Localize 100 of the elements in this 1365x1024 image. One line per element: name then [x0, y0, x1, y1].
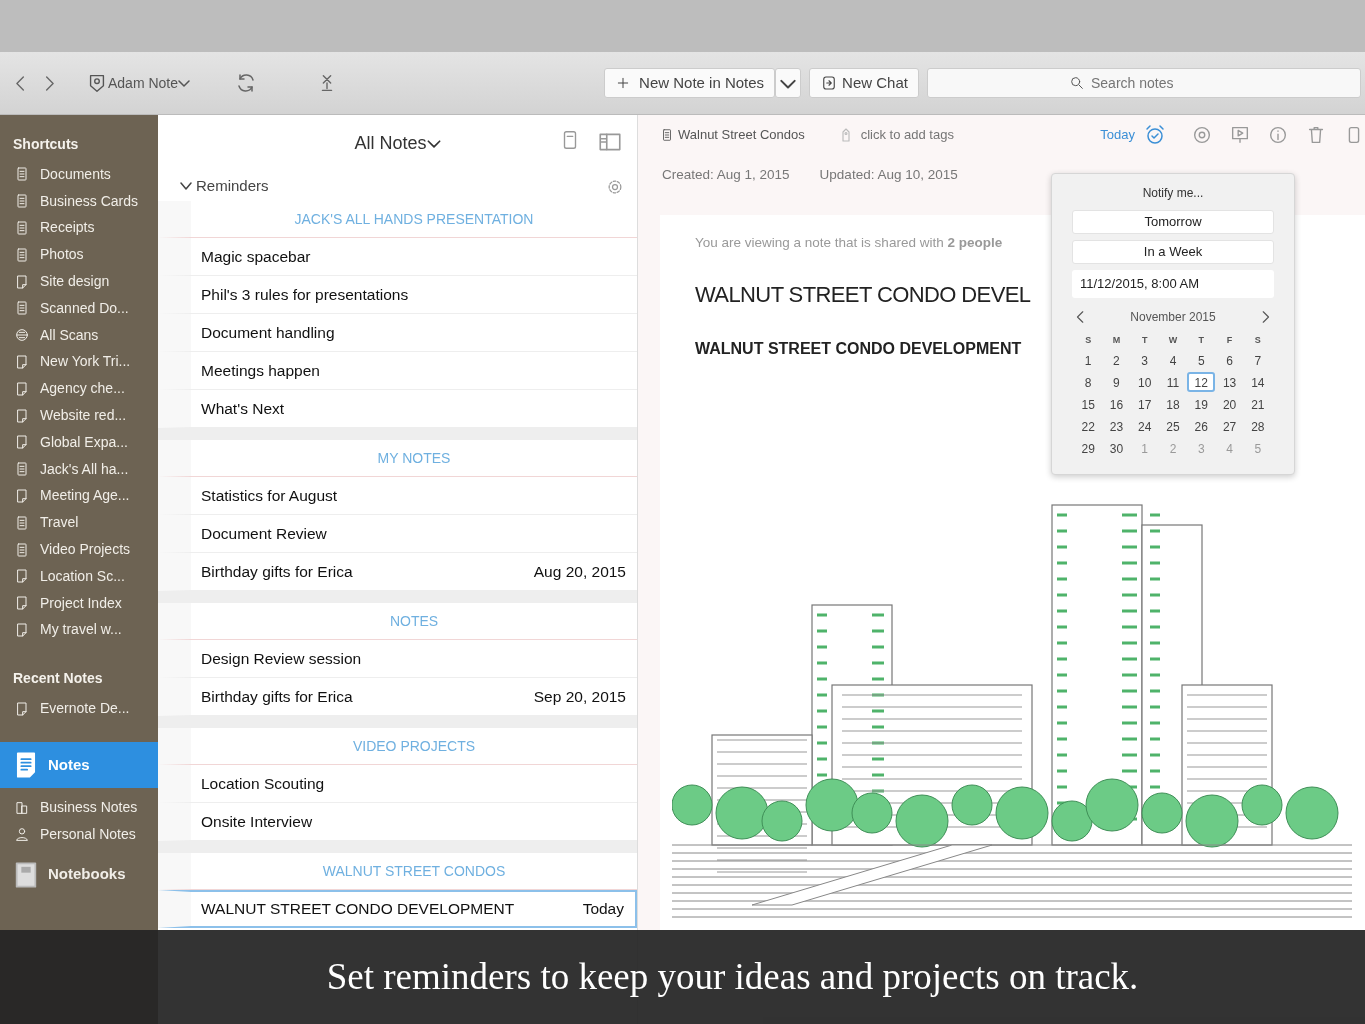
weekday-label: M: [1111, 334, 1122, 347]
created-date: Created: Aug 1, 2015: [662, 166, 790, 184]
sidebar-item[interactable]: New York Tri...: [0, 348, 158, 376]
calendar-day[interactable]: 9: [1102, 371, 1131, 392]
calendar-day[interactable]: 29: [1074, 437, 1103, 458]
weekday-label: S: [1084, 334, 1093, 347]
sidebar-item[interactable]: Documents: [0, 161, 158, 188]
calendar-day[interactable]: 15: [1074, 393, 1103, 414]
note-title: Document Review: [201, 523, 327, 544]
shared-notice: You are viewing a note that is shared with 2 people: [695, 234, 1003, 253]
sidebar-item[interactable]: Notebooks: [0, 851, 158, 898]
calendar-day[interactable]: 5: [1187, 349, 1216, 370]
note-icon: [14, 380, 30, 397]
sidebar-item[interactable]: Location Sc...: [0, 562, 158, 590]
calendar-day[interactable]: 11: [1158, 371, 1188, 392]
note-title: WALNUT STREET CONDO DEVEL: [695, 280, 1031, 309]
notebook-icon: [14, 246, 30, 263]
note-icon: [14, 273, 30, 290]
notebook-icon: [14, 166, 30, 183]
circle-icon[interactable]: [1191, 124, 1213, 146]
calendar-day[interactable]: 24: [1130, 415, 1159, 436]
search-field[interactable]: Search notes: [1089, 71, 1219, 95]
sidebar-item[interactable]: Personal Notes: [0, 820, 158, 848]
sidebar-item[interactable]: Video Projects: [0, 536, 158, 563]
calendar-day[interactable]: 28: [1243, 415, 1272, 436]
sidebar-item[interactable]: Evernote De...: [0, 695, 158, 723]
new-note-button[interactable]: New Note in Notes: [604, 68, 776, 98]
sidebar-item[interactable]: Photos: [0, 241, 158, 269]
reminders-group-toggle[interactable]: Reminders: [176, 174, 273, 198]
reminder-option-button[interactable]: In a Week: [1072, 240, 1274, 264]
calendar-day[interactable]: 8: [1074, 371, 1103, 392]
calendar-day[interactable]: 18: [1158, 393, 1188, 414]
calendar-day[interactable]: 17: [1130, 393, 1159, 414]
search-icon: [1069, 75, 1085, 91]
calendar-day[interactable]: 13: [1215, 371, 1244, 392]
new-chat-button[interactable]: New Chat: [809, 68, 919, 98]
previous-month-icon[interactable]: [1076, 311, 1085, 323]
calendar-day[interactable]: 3: [1130, 349, 1159, 370]
calendar-day[interactable]: 23: [1102, 415, 1131, 436]
note-title: What's Next: [201, 398, 285, 419]
calendar-day[interactable]: 4: [1158, 349, 1188, 370]
calendar-day[interactable]: 21: [1243, 393, 1272, 414]
note-title: Birthday gifts for Erica: [201, 686, 353, 707]
tags-field[interactable]: click to add tags: [858, 124, 989, 146]
note-icon: [14, 568, 30, 585]
next-month-icon[interactable]: [1261, 311, 1270, 323]
sidebar-item[interactable]: Project Index: [0, 589, 158, 617]
calendar-day[interactable]: 27: [1215, 415, 1244, 436]
sidebar-item[interactable]: Travel: [0, 509, 158, 537]
calendar-day[interactable]: 20: [1215, 393, 1244, 414]
weekday-label: W: [1167, 334, 1179, 347]
presentation-icon[interactable]: [1229, 124, 1251, 146]
account-menu[interactable]: Adam Note: [82, 72, 195, 94]
notes-filter-menu[interactable]: All Notes: [350, 129, 445, 157]
calendar-day[interactable]: 26: [1187, 415, 1216, 436]
section-heading: Recent Notes: [12, 668, 104, 688]
sidebar-item[interactable]: Business Cards: [0, 187, 158, 215]
sidebar-item[interactable]: Receipts: [0, 214, 158, 242]
sidebar-item[interactable]: Scanned Do...: [0, 295, 158, 322]
caret-icon: [178, 79, 191, 87]
sidebar-item[interactable]: My travel w...: [0, 616, 158, 644]
calendar-day[interactable]: 30: [1102, 437, 1131, 458]
note-title: WALNUT STREET CONDO DEVELOPMENT: [201, 899, 515, 920]
calendar-day[interactable]: 12: [1187, 371, 1216, 392]
sidebar-item[interactable]: Jack's All ha...: [0, 455, 158, 483]
calendar-day[interactable]: 2: [1102, 349, 1131, 370]
calendar-day[interactable]: 22: [1074, 415, 1103, 436]
sidebar-item[interactable]: Website red...: [0, 402, 158, 429]
calendar-day[interactable]: 6: [1215, 349, 1244, 370]
note-title: Onsite Interview: [201, 811, 313, 832]
note-heading: WALNUT STREET CONDO DEVELOPMENT: [695, 338, 1022, 359]
alarm-icon[interactable]: [1143, 123, 1167, 147]
caret-icon: [180, 182, 192, 190]
sidebar-item[interactable]: Global Expa...: [0, 428, 158, 456]
month-label: November 2015: [1130, 309, 1216, 326]
popup-title: Notify me...: [1141, 185, 1205, 202]
notebook-selector[interactable]: Walnut Street Condos: [660, 125, 805, 145]
calendar-day[interactable]: 16: [1102, 393, 1131, 414]
note-date: Today: [582, 899, 624, 920]
business-icon: [14, 799, 30, 816]
sidebar-item[interactable]: Meeting Age...: [0, 482, 158, 510]
note-title: Design Review session: [201, 648, 362, 669]
new-note-dropdown[interactable]: [775, 68, 802, 98]
calendar-day[interactable]: 14: [1243, 371, 1272, 392]
calendar-day[interactable]: 25: [1158, 415, 1188, 436]
calendar-day[interactable]: 10: [1130, 371, 1159, 392]
calendar-day[interactable]: 7: [1243, 349, 1272, 370]
sidebar-item[interactable]: Business Notes: [0, 794, 158, 821]
weekday-label: S: [1253, 334, 1262, 347]
date-time-field[interactable]: 11/12/2015, 8:00 AM: [1072, 270, 1274, 298]
note-title: Phil's 3 rules for presentations: [201, 284, 409, 305]
sidebar-item[interactable]: All Scans: [0, 321, 158, 349]
calendar-day[interactable]: 1: [1074, 349, 1103, 370]
note-icon: [14, 434, 30, 451]
sidebar-item[interactable]: Agency che...: [0, 375, 158, 403]
calendar-day[interactable]: 19: [1187, 393, 1216, 414]
info-icon[interactable]: [1267, 124, 1289, 146]
reminder-option-button[interactable]: Tomorrow: [1072, 210, 1274, 234]
sidebar-item[interactable]: Site design: [0, 268, 158, 295]
section-heading: Shortcuts: [12, 134, 80, 154]
